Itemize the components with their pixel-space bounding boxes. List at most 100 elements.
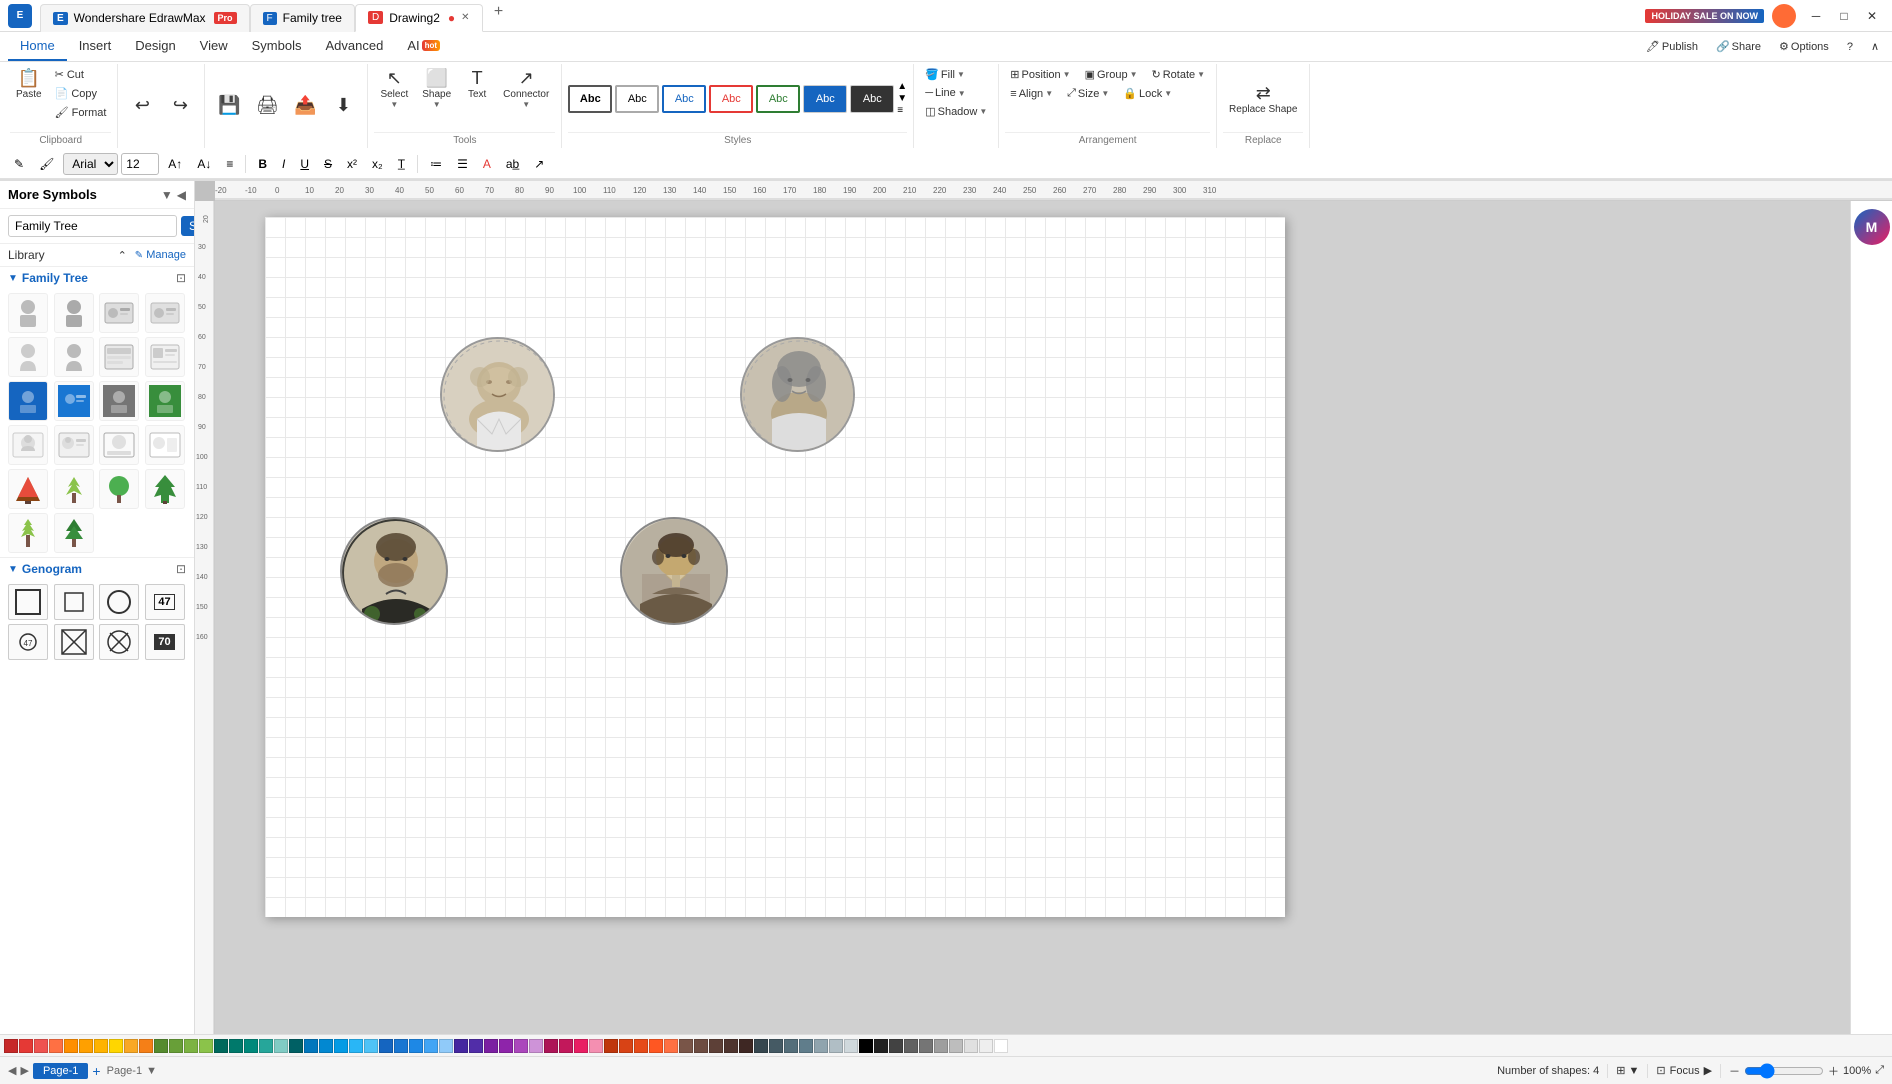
highlight-btn[interactable]: ab̲ — [500, 153, 525, 175]
paste-btn[interactable]: 📋 Paste — [10, 66, 48, 103]
color-swatch[interactable] — [664, 1039, 678, 1053]
color-swatch[interactable] — [919, 1039, 933, 1053]
color-swatch[interactable] — [739, 1039, 753, 1053]
fit-window-btn[interactable]: ⤢ — [1875, 1064, 1884, 1077]
tab-family-tree[interactable]: F Family tree — [250, 4, 355, 32]
color-swatch[interactable] — [649, 1039, 663, 1053]
text-format-btn[interactable]: T̲ — [392, 153, 411, 175]
symbol-tree-fir[interactable] — [54, 513, 94, 553]
symbol-card-list-2[interactable] — [145, 337, 185, 377]
color-swatch[interactable] — [784, 1039, 798, 1053]
lock-btn[interactable]: 🔒 Lock ▼ — [1118, 85, 1177, 102]
format-painter-sm-btn[interactable]: 🖌 — [33, 153, 60, 175]
color-swatch[interactable] — [619, 1039, 633, 1053]
align-btn[interactable]: ≡ Align ▼ — [1005, 85, 1058, 102]
group-btn[interactable]: ▣ Group ▼ — [1080, 66, 1143, 83]
symbol-tree-pine-1[interactable] — [8, 469, 48, 509]
styles-scroll-up[interactable]: ▲ — [897, 82, 907, 92]
color-swatch[interactable] — [289, 1039, 303, 1053]
fill-btn[interactable]: 🪣 Fill ▼ — [920, 66, 992, 83]
font-family-select[interactable]: Arial — [63, 153, 118, 175]
help-btn[interactable]: ? — [1842, 39, 1858, 55]
color-swatch[interactable] — [304, 1039, 318, 1053]
select-tool-btn[interactable]: ↖ Select ▼ — [374, 66, 414, 112]
color-swatch[interactable] — [829, 1039, 843, 1053]
undo-btn[interactable]: ↩ — [124, 93, 160, 119]
replace-shape-btn[interactable]: ⇄ Replace Shape — [1223, 81, 1303, 118]
color-swatch[interactable] — [514, 1039, 528, 1053]
section-genogram-header[interactable]: ▼ Genogram ⊡ — [0, 557, 194, 580]
symbol-id-card-2[interactable] — [145, 293, 185, 333]
color-swatch[interactable] — [574, 1039, 588, 1053]
superscript-btn[interactable]: x² — [341, 153, 363, 175]
color-swatch[interactable] — [709, 1039, 723, 1053]
symbol-tree-round[interactable] — [99, 469, 139, 509]
color-swatch[interactable] — [169, 1039, 183, 1053]
tab-drawing2[interactable]: D Drawing2 ● ✕ — [355, 4, 483, 32]
symbol-card-list-1[interactable] — [99, 337, 139, 377]
search-input[interactable] — [8, 215, 177, 237]
symbol-male-2[interactable] — [54, 293, 94, 333]
layers-btn[interactable]: ⊞ ▼ — [1616, 1064, 1639, 1077]
page-dropdown-btn[interactable]: ▼ — [146, 1065, 157, 1077]
portrait-2[interactable] — [740, 337, 855, 452]
ai-assistant-btn[interactable]: M — [1854, 209, 1890, 245]
panel-more-btn[interactable]: ▼ — [161, 188, 173, 202]
next-page-btn[interactable]: ▶ — [20, 1064, 28, 1077]
color-swatch[interactable] — [934, 1039, 948, 1053]
size-btn[interactable]: ⤢ Size ▼ — [1062, 85, 1114, 102]
color-swatch[interactable] — [559, 1039, 573, 1053]
color-swatch[interactable] — [229, 1039, 243, 1053]
text-align-btn[interactable]: ≡ — [220, 153, 239, 175]
tab-close-drawing2[interactable]: ✕ — [461, 12, 469, 23]
color-swatch[interactable] — [604, 1039, 618, 1053]
subscript-btn[interactable]: x₂ — [366, 153, 389, 175]
font-size-input[interactable] — [121, 153, 159, 175]
expand-font-bar-btn[interactable]: ↗ — [528, 153, 550, 175]
style-sample-5[interactable]: Abc — [756, 85, 800, 113]
zoom-out-btn[interactable]: － — [1729, 1063, 1740, 1079]
zoom-slider[interactable] — [1744, 1063, 1824, 1079]
tab-edrawmax[interactable]: E Wondershare EdrawMax Pro — [40, 4, 250, 32]
geno-square-small[interactable] — [54, 584, 94, 620]
print-btn[interactable]: 🖨 — [249, 93, 285, 119]
font-options-btn[interactable]: ✎ — [8, 153, 30, 175]
color-swatch[interactable] — [139, 1039, 153, 1053]
color-swatch[interactable] — [454, 1039, 468, 1053]
manage-link[interactable]: ✎ Manage — [135, 249, 186, 261]
style-sample-4[interactable]: Abc — [709, 85, 753, 113]
symbol-template-blue-1[interactable] — [8, 381, 48, 421]
redo-btn[interactable]: ↪ — [162, 93, 198, 119]
export-btn[interactable]: 📤 — [287, 93, 323, 119]
color-swatch[interactable] — [769, 1039, 783, 1053]
symbol-template-green[interactable] — [145, 381, 185, 421]
options-btn[interactable]: ⚙ Options — [1774, 38, 1834, 55]
ribbon-tab-symbols[interactable]: Symbols — [240, 32, 314, 61]
maximize-btn[interactable]: □ — [1832, 4, 1856, 28]
style-sample-3[interactable]: Abc — [662, 85, 706, 113]
symbol-tree-bare[interactable] — [54, 469, 94, 509]
color-swatch[interactable] — [64, 1039, 78, 1053]
color-swatch[interactable] — [184, 1039, 198, 1053]
color-swatch[interactable] — [199, 1039, 213, 1053]
ribbon-tab-insert[interactable]: Insert — [67, 32, 124, 61]
portrait-3[interactable] — [340, 517, 448, 625]
style-sample-2[interactable]: Abc — [615, 85, 659, 113]
ribbon-tab-advanced[interactable]: Advanced — [313, 32, 395, 61]
color-swatch[interactable] — [679, 1039, 693, 1053]
color-swatch[interactable] — [964, 1039, 978, 1053]
color-swatch[interactable] — [334, 1039, 348, 1053]
publish-btn[interactable]: 🖊 Publish — [1641, 38, 1703, 55]
geno-number-47[interactable]: 47 — [145, 584, 185, 620]
color-swatch[interactable] — [694, 1039, 708, 1053]
genogram-options[interactable]: ⊡ — [176, 562, 186, 576]
geno-x-circle[interactable] — [99, 624, 139, 660]
color-swatch[interactable] — [4, 1039, 18, 1053]
styles-scroll-down[interactable]: ▼ — [897, 94, 907, 104]
copy-btn[interactable]: 📄 Copy — [50, 85, 112, 102]
section-family-tree-header[interactable]: ▼ Family Tree ⊡ — [0, 267, 194, 289]
font-size-decrease-btn[interactable]: A↓ — [191, 153, 217, 175]
color-swatch[interactable] — [409, 1039, 423, 1053]
geno-number-70[interactable]: 70 — [145, 624, 185, 660]
color-swatch[interactable] — [109, 1039, 123, 1053]
